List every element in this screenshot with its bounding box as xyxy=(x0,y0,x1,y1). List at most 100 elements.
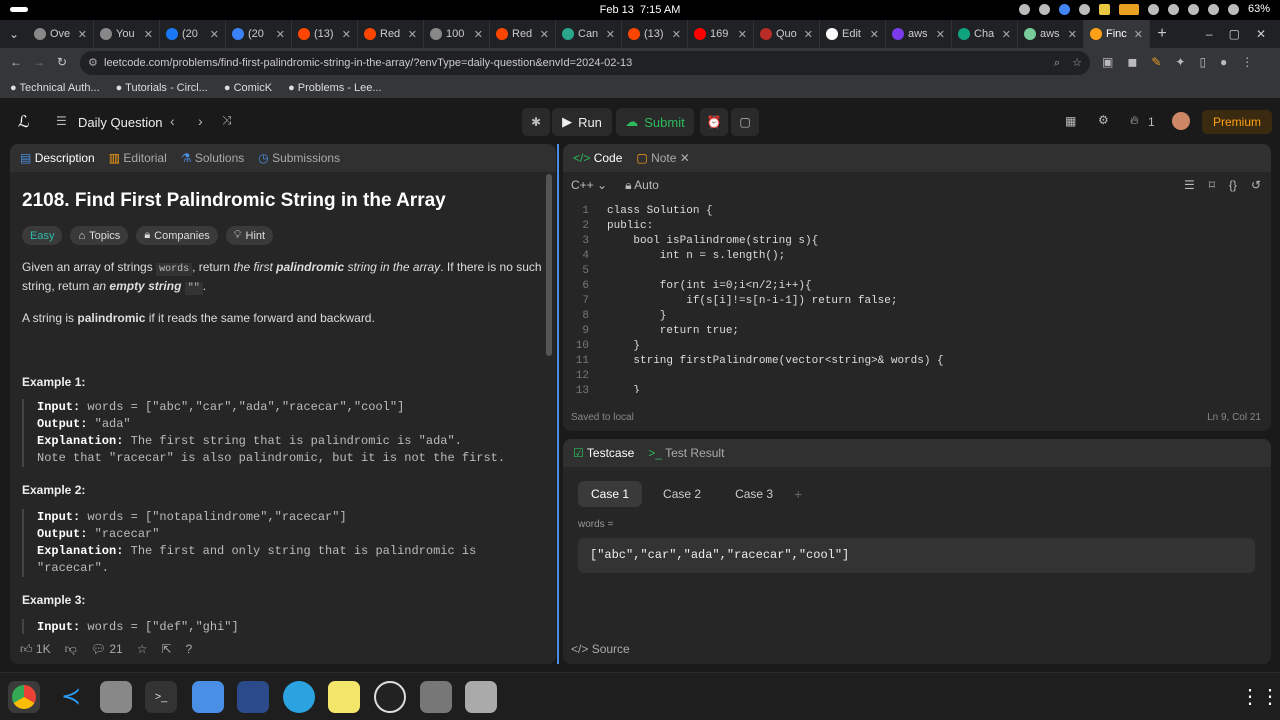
close-tab-icon[interactable]: ✕ xyxy=(276,28,285,41)
premium-button[interactable]: Premium xyxy=(1202,110,1272,134)
tab-test-result[interactable]: >_ Test Result xyxy=(648,446,724,460)
obs-app-icon[interactable] xyxy=(374,681,406,713)
extension-icon[interactable]: ✎ xyxy=(1151,55,1161,69)
system-tray[interactable]: 63% xyxy=(1018,3,1270,15)
app-icon[interactable] xyxy=(420,681,452,713)
dislike-thumbs-down-icon[interactable]: 👎︎ xyxy=(65,642,77,657)
files-app-icon[interactable] xyxy=(100,681,132,713)
tab-description[interactable]: ▤ Description xyxy=(20,151,95,165)
companies-chip[interactable]: 🔒︎ Companies xyxy=(136,226,218,245)
extension-icon[interactable]: ◼ xyxy=(1127,55,1137,69)
minimize-icon[interactable]: – xyxy=(1206,27,1213,41)
hint-chip[interactable]: 💡︎ Hint xyxy=(225,226,274,245)
close-tab-icon[interactable]: ✕ xyxy=(1068,28,1077,41)
url-input[interactable]: ⚙ leetcode.com/problems/find-first-palind… xyxy=(80,51,1090,75)
tab-note[interactable]: ▢ Note ✕ xyxy=(636,151,689,165)
close-tab-icon[interactable]: ✕ xyxy=(1134,28,1143,41)
close-tab-icon[interactable]: ✕ xyxy=(804,28,813,41)
trash-app-icon[interactable] xyxy=(465,681,497,713)
notes-icon[interactable]: ▢ xyxy=(731,108,759,136)
close-tab-icon[interactable]: ✕ xyxy=(342,28,351,41)
close-tab-icon[interactable]: ✕ xyxy=(474,28,483,41)
browser-tab[interactable]: (13) ✕ xyxy=(292,20,358,48)
search-icon[interactable]: ⌕ xyxy=(1054,51,1060,75)
user-avatar[interactable] xyxy=(1172,112,1190,130)
site-info-icon[interactable]: ⚙ xyxy=(88,51,98,75)
streak-flame-icon[interactable]: 🔥︎ xyxy=(1130,113,1139,128)
next-problem-icon[interactable]: › xyxy=(198,113,203,129)
browser-tab[interactable]: Red ✕ xyxy=(490,20,556,48)
submit-button[interactable]: ☁ Submit xyxy=(616,108,694,136)
bookmark-item[interactable]: ● Problems - Lee... xyxy=(288,82,381,94)
bookmark-item[interactable]: ● Tutorials - Circl... xyxy=(116,82,208,94)
alarm-clock-icon[interactable]: ⏰ xyxy=(700,108,728,136)
format-lines-icon[interactable]: ☰ xyxy=(1184,178,1195,192)
extensions-puzzle-icon[interactable]: ✦ xyxy=(1175,55,1185,69)
app-grid-icon[interactable]: ⋮⋮ xyxy=(1240,681,1280,713)
like-button[interactable]: 👍︎ 1K xyxy=(20,642,51,657)
shuffle-icon[interactable]: ⤨ xyxy=(222,113,232,128)
text-editor-app-icon[interactable] xyxy=(192,681,224,713)
reset-icon[interactable]: ↺ xyxy=(1251,178,1261,192)
description-scrollbar[interactable] xyxy=(546,174,552,356)
leetcode-logo-icon[interactable]: ℒ xyxy=(18,112,30,132)
browser-tab[interactable]: 100 ✕ xyxy=(424,20,490,48)
settings-gear-icon[interactable]: ⚙ xyxy=(1098,113,1109,127)
browser-tab[interactable]: Ove ✕ xyxy=(28,20,94,48)
source-link[interactable]: </> Source xyxy=(571,642,630,656)
browser-tab[interactable]: Edit ✕ xyxy=(820,20,886,48)
back-icon[interactable]: ← xyxy=(10,55,22,69)
tab-testcase[interactable]: ☑ Testcase xyxy=(573,446,634,460)
layout-grid-icon[interactable]: ▦ xyxy=(1065,114,1076,128)
browser-tab[interactable]: You ✕ xyxy=(94,20,160,48)
profile-avatar[interactable]: ● xyxy=(1220,55,1227,69)
browser-tab[interactable]: Cha ✕ xyxy=(952,20,1018,48)
close-tab-icon[interactable]: ✕ xyxy=(210,28,219,41)
tab-solutions[interactable]: ⚗ Solutions xyxy=(181,151,244,165)
extension-icon[interactable]: ▣ xyxy=(1102,55,1113,69)
language-select[interactable]: C++ ⌄ xyxy=(571,178,607,192)
vscode-app-icon[interactable]: ≺ xyxy=(55,681,87,713)
browser-tab[interactable]: aws ✕ xyxy=(886,20,952,48)
testcase-input[interactable]: ["abc","car","ada","racecar","cool"] xyxy=(578,538,1255,573)
prev-problem-icon[interactable]: ‹ xyxy=(170,113,175,129)
tab-submissions[interactable]: ◷ Submissions xyxy=(258,151,340,165)
run-button[interactable]: ▶ Run xyxy=(552,108,612,136)
browser-tab[interactable]: 169 ✕ xyxy=(688,20,754,48)
browser-tab[interactable]: aws ✕ xyxy=(1018,20,1084,48)
tab-code[interactable]: </> Code xyxy=(573,151,622,165)
browser-tab[interactable]: Red ✕ xyxy=(358,20,424,48)
browser-tab[interactable]: Quo ✕ xyxy=(754,20,820,48)
browser-tab[interactable]: Can ✕ xyxy=(556,20,622,48)
bookmark-icon[interactable]: ⌑ xyxy=(1209,178,1215,192)
tab-search-chevron-icon[interactable]: ⌄ xyxy=(0,20,28,48)
sticky-notes-app-icon[interactable] xyxy=(328,681,360,713)
case-tab[interactable]: Case 1 xyxy=(578,481,643,507)
browser-tab[interactable]: Finc ✕ xyxy=(1084,20,1150,48)
close-tab-icon[interactable]: ✕ xyxy=(78,28,87,41)
panel-resize-handle[interactable] xyxy=(557,144,559,664)
app-icon[interactable] xyxy=(237,681,269,713)
browser-tab[interactable]: (20 ✕ xyxy=(226,20,292,48)
add-case-plus-icon[interactable]: + xyxy=(794,486,802,502)
close-tab-icon[interactable]: ✕ xyxy=(144,28,153,41)
daily-question-link[interactable]: Daily Question xyxy=(78,115,163,130)
bookmark-item[interactable]: ● ComicK xyxy=(224,82,272,94)
debug-icon[interactable]: ✱ xyxy=(522,108,550,136)
telegram-app-icon[interactable] xyxy=(283,681,315,713)
case-tab[interactable]: Case 2 xyxy=(650,481,714,507)
browser-tab[interactable]: (13) ✕ xyxy=(622,20,688,48)
code-editor[interactable]: 1 class Solution {2 public: 3 bool isPalind… xyxy=(563,198,1271,393)
close-tab-icon[interactable]: ✕ xyxy=(870,28,879,41)
bookmark-item[interactable]: ● Technical Auth... xyxy=(10,82,100,94)
new-tab-plus-icon[interactable]: + xyxy=(1150,25,1174,43)
problem-list-icon[interactable]: ☰ xyxy=(56,114,67,128)
close-tab-icon[interactable]: ✕ xyxy=(738,28,747,41)
close-tab-icon[interactable]: ✕ xyxy=(672,28,681,41)
close-tab-icon[interactable]: ✕ xyxy=(408,28,417,41)
help-icon[interactable]: ? xyxy=(186,642,193,656)
bookmark-star-icon[interactable]: ☆ xyxy=(1072,51,1082,75)
close-window-icon[interactable]: ✕ xyxy=(1256,27,1266,41)
forward-icon[interactable]: → xyxy=(33,55,45,69)
reload-icon[interactable]: ↻ xyxy=(57,55,67,69)
